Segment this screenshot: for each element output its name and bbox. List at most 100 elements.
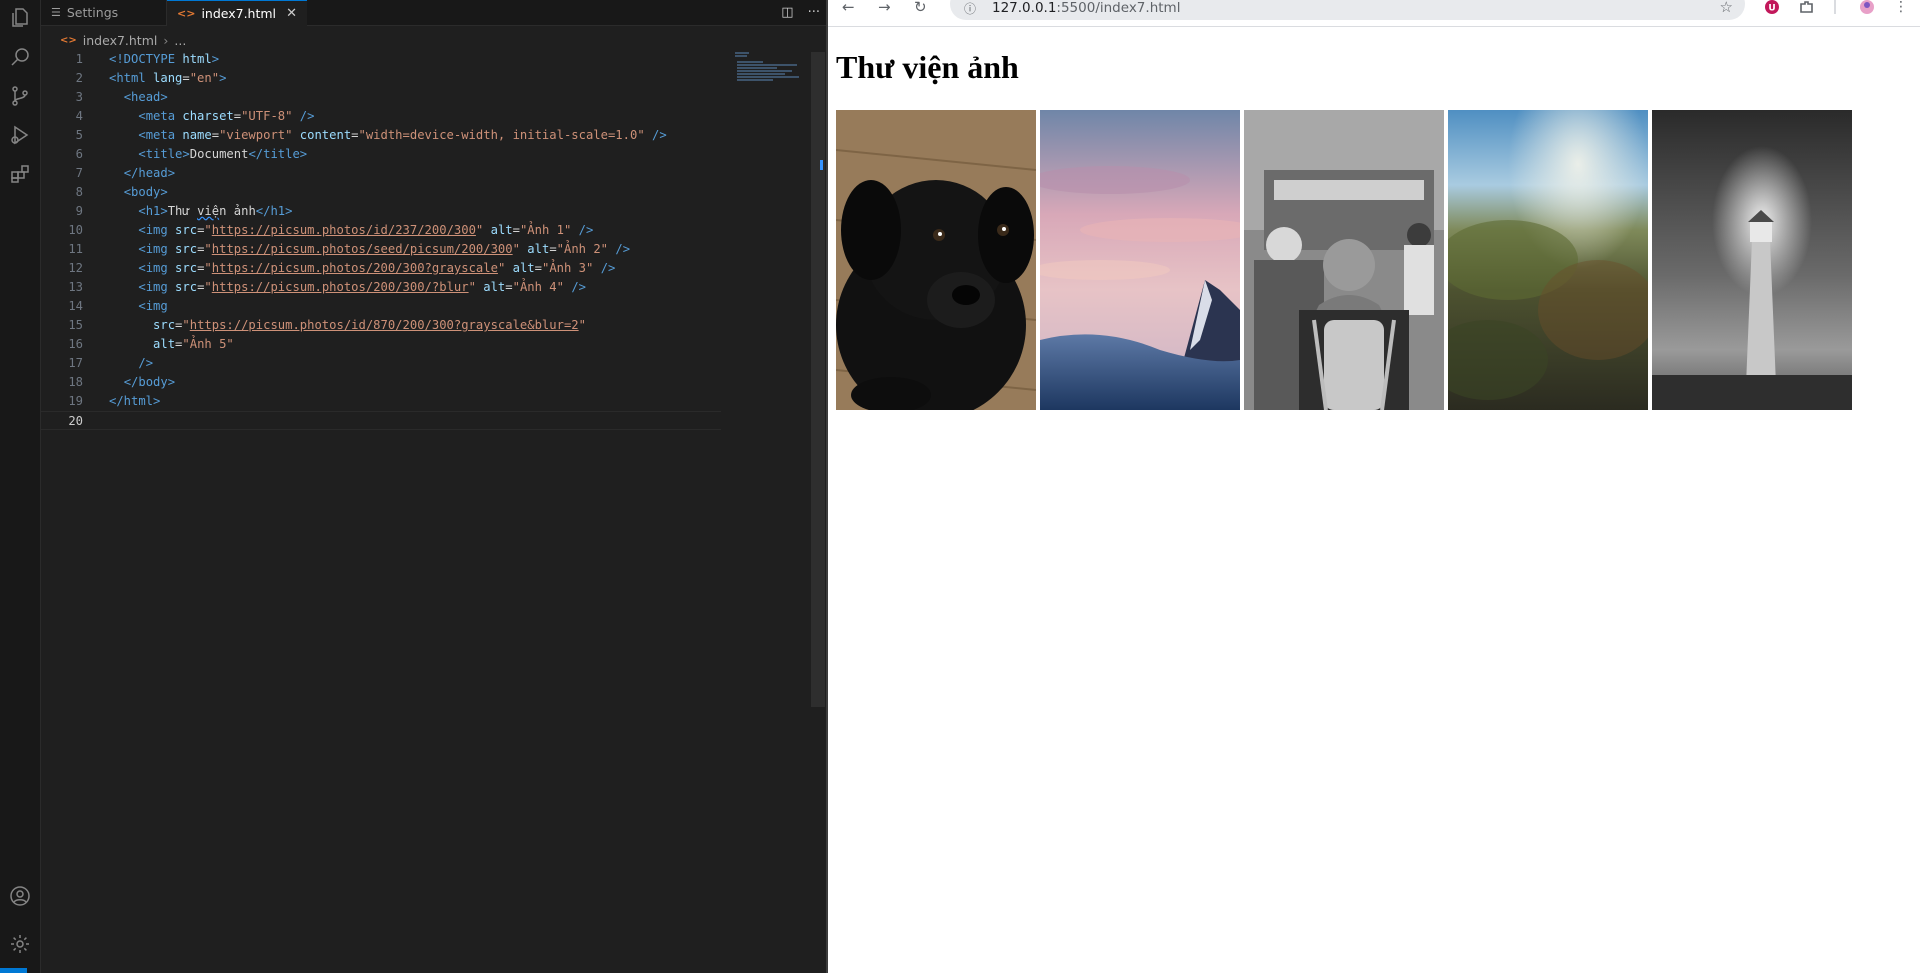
scrollbar-marker — [820, 160, 823, 170]
line-number: 4 — [75, 109, 83, 123]
editor-tab-bar: ☰ Settings <> index7.html ✕ ◫ ··· — [41, 0, 828, 26]
token: "Ảnh 1" — [519, 223, 572, 237]
line-number: 9 — [75, 204, 83, 218]
close-icon[interactable]: ✕ — [286, 6, 297, 21]
more-actions-icon[interactable]: ··· — [808, 5, 820, 20]
code-line: 13 <img src = "https://picsum.photos/200/3… — [41, 278, 721, 297]
token: lang — [145, 71, 183, 85]
token: <img — [138, 261, 168, 275]
line-number: 19 — [68, 394, 83, 408]
code-line: 6 <title>Document</title> — [41, 145, 721, 164]
back-icon[interactable]: ← — [842, 0, 855, 15]
token: " — [204, 223, 212, 237]
token: <title> — [138, 147, 190, 161]
page-title: Thư viện ảnh — [836, 49, 1019, 85]
search-icon[interactable] — [5, 42, 35, 72]
token: "Ảnh 2" — [556, 242, 609, 256]
token: "Ảnh 5" — [182, 337, 234, 351]
profile-icon[interactable] — [1858, 0, 1876, 14]
editor-scrollbar[interactable] — [811, 52, 825, 707]
tab-settings[interactable]: ☰ Settings — [41, 0, 167, 25]
token: "Ảnh 4" — [512, 280, 564, 294]
line-number: 8 — [75, 185, 83, 199]
line-number: 2 — [75, 71, 83, 85]
manage-gear-icon[interactable] — [5, 929, 35, 959]
token: </html> — [109, 394, 161, 408]
breadcrumb-rest[interactable]: ... — [174, 33, 186, 48]
html-file-icon: <> — [60, 34, 77, 46]
line-number: 16 — [68, 337, 83, 351]
line-number: 11 — [68, 242, 83, 256]
code-line: 19 </html> — [41, 392, 721, 411]
code-line: 3 <head> — [41, 88, 721, 107]
token: = — [182, 71, 190, 85]
token: <meta — [138, 109, 176, 123]
line-number: 18 — [68, 375, 83, 389]
token: alt — [505, 261, 535, 275]
code-line: 2 <html lang="en"> — [41, 69, 721, 88]
token: "width=device-width, initial-scale=1.0" — [358, 128, 645, 142]
url-link[interactable]: https://picsum.photos/200/300?grayscale — [212, 261, 498, 275]
address-bar[interactable]: ⓘ 127.0.0.1:5500/index7.html ☆ — [950, 0, 1745, 20]
tab-index7-html[interactable]: <> index7.html ✕ — [167, 0, 307, 26]
code-editor[interactable]: 1 <!DOCTYPE html> 2 <html lang="en"> 3 <he… — [41, 50, 811, 970]
token: charset — [175, 109, 234, 123]
token: html — [175, 52, 212, 66]
token: <head> — [123, 90, 168, 104]
browser-toolbar: ← → ↻ ⓘ 127.0.0.1:5500/index7.html ☆ U ⋮ — [828, 0, 1920, 27]
line-number: 17 — [68, 356, 83, 370]
token: src — [167, 223, 198, 237]
svg-text:U: U — [1768, 4, 1775, 14]
url-path: :5500/index7.html — [1056, 0, 1181, 16]
token: alt — [483, 223, 513, 237]
lighthouse-photo — [1652, 110, 1852, 410]
token: <h1> — [138, 204, 168, 218]
token: </title> — [248, 147, 308, 161]
token: " — [512, 242, 520, 256]
token: src — [167, 261, 198, 275]
token: Thư — [167, 204, 198, 218]
token: alt — [519, 242, 550, 256]
mountain-photo — [1040, 110, 1240, 410]
breadcrumb-file[interactable]: index7.html — [83, 33, 158, 48]
reload-icon[interactable]: ↻ — [914, 0, 927, 15]
split-editor-icon[interactable]: ◫ — [781, 5, 793, 20]
token: <img — [138, 299, 168, 313]
token: /> — [138, 356, 154, 370]
token: src — [167, 280, 198, 294]
token: = — [512, 223, 520, 237]
current-code-line[interactable]: 20 — [41, 411, 721, 430]
token: <img — [138, 280, 168, 294]
token: " — [468, 280, 476, 294]
minimap[interactable] — [733, 50, 813, 90]
url-link[interactable]: https://picsum.photos/seed/picsum/200/30… — [212, 242, 513, 256]
source-control-icon[interactable] — [5, 81, 35, 111]
settings-icon: ☰ — [51, 6, 61, 19]
run-debug-icon[interactable] — [5, 120, 35, 150]
extensions-puzzle-icon[interactable] — [1798, 0, 1816, 14]
explorer-icon[interactable] — [5, 3, 35, 33]
extension-badge-icon[interactable]: U — [1764, 0, 1780, 14]
url-text[interactable]: 127.0.0.1:5500/index7.html — [992, 0, 1180, 16]
url-link[interactable]: https://picsum.photos/id/237/200/300 — [212, 223, 476, 237]
forward-icon[interactable]: → — [878, 0, 891, 15]
token: alt — [153, 337, 176, 351]
tab-label: index7.html — [201, 6, 277, 21]
menu-icon[interactable]: ⋮ — [1894, 0, 1908, 14]
extensions-icon[interactable] — [5, 159, 35, 189]
status-bar-remote-indicator[interactable] — [0, 968, 27, 973]
gallery-image-3 — [1244, 110, 1444, 410]
url-host: 127.0.0.1 — [992, 0, 1057, 16]
bookmark-star-icon[interactable]: ☆ — [1720, 0, 1733, 16]
token: "UTF-8" — [241, 109, 293, 123]
token: /> — [564, 280, 587, 294]
site-info-icon[interactable]: ⓘ — [964, 0, 976, 17]
url-link[interactable]: https://picsum.photos/200/300/?blur — [212, 280, 469, 294]
code-line: 14 <img — [41, 297, 721, 316]
token: /> — [292, 109, 315, 123]
url-link[interactable]: https://picsum.photos/id/870/200/300?gra… — [190, 318, 579, 332]
code-line: 15 src="https://picsum.photos/id/870/200… — [41, 316, 721, 335]
token: </body> — [123, 375, 176, 389]
account-icon[interactable] — [5, 881, 35, 911]
tab-label: Settings — [66, 5, 119, 20]
